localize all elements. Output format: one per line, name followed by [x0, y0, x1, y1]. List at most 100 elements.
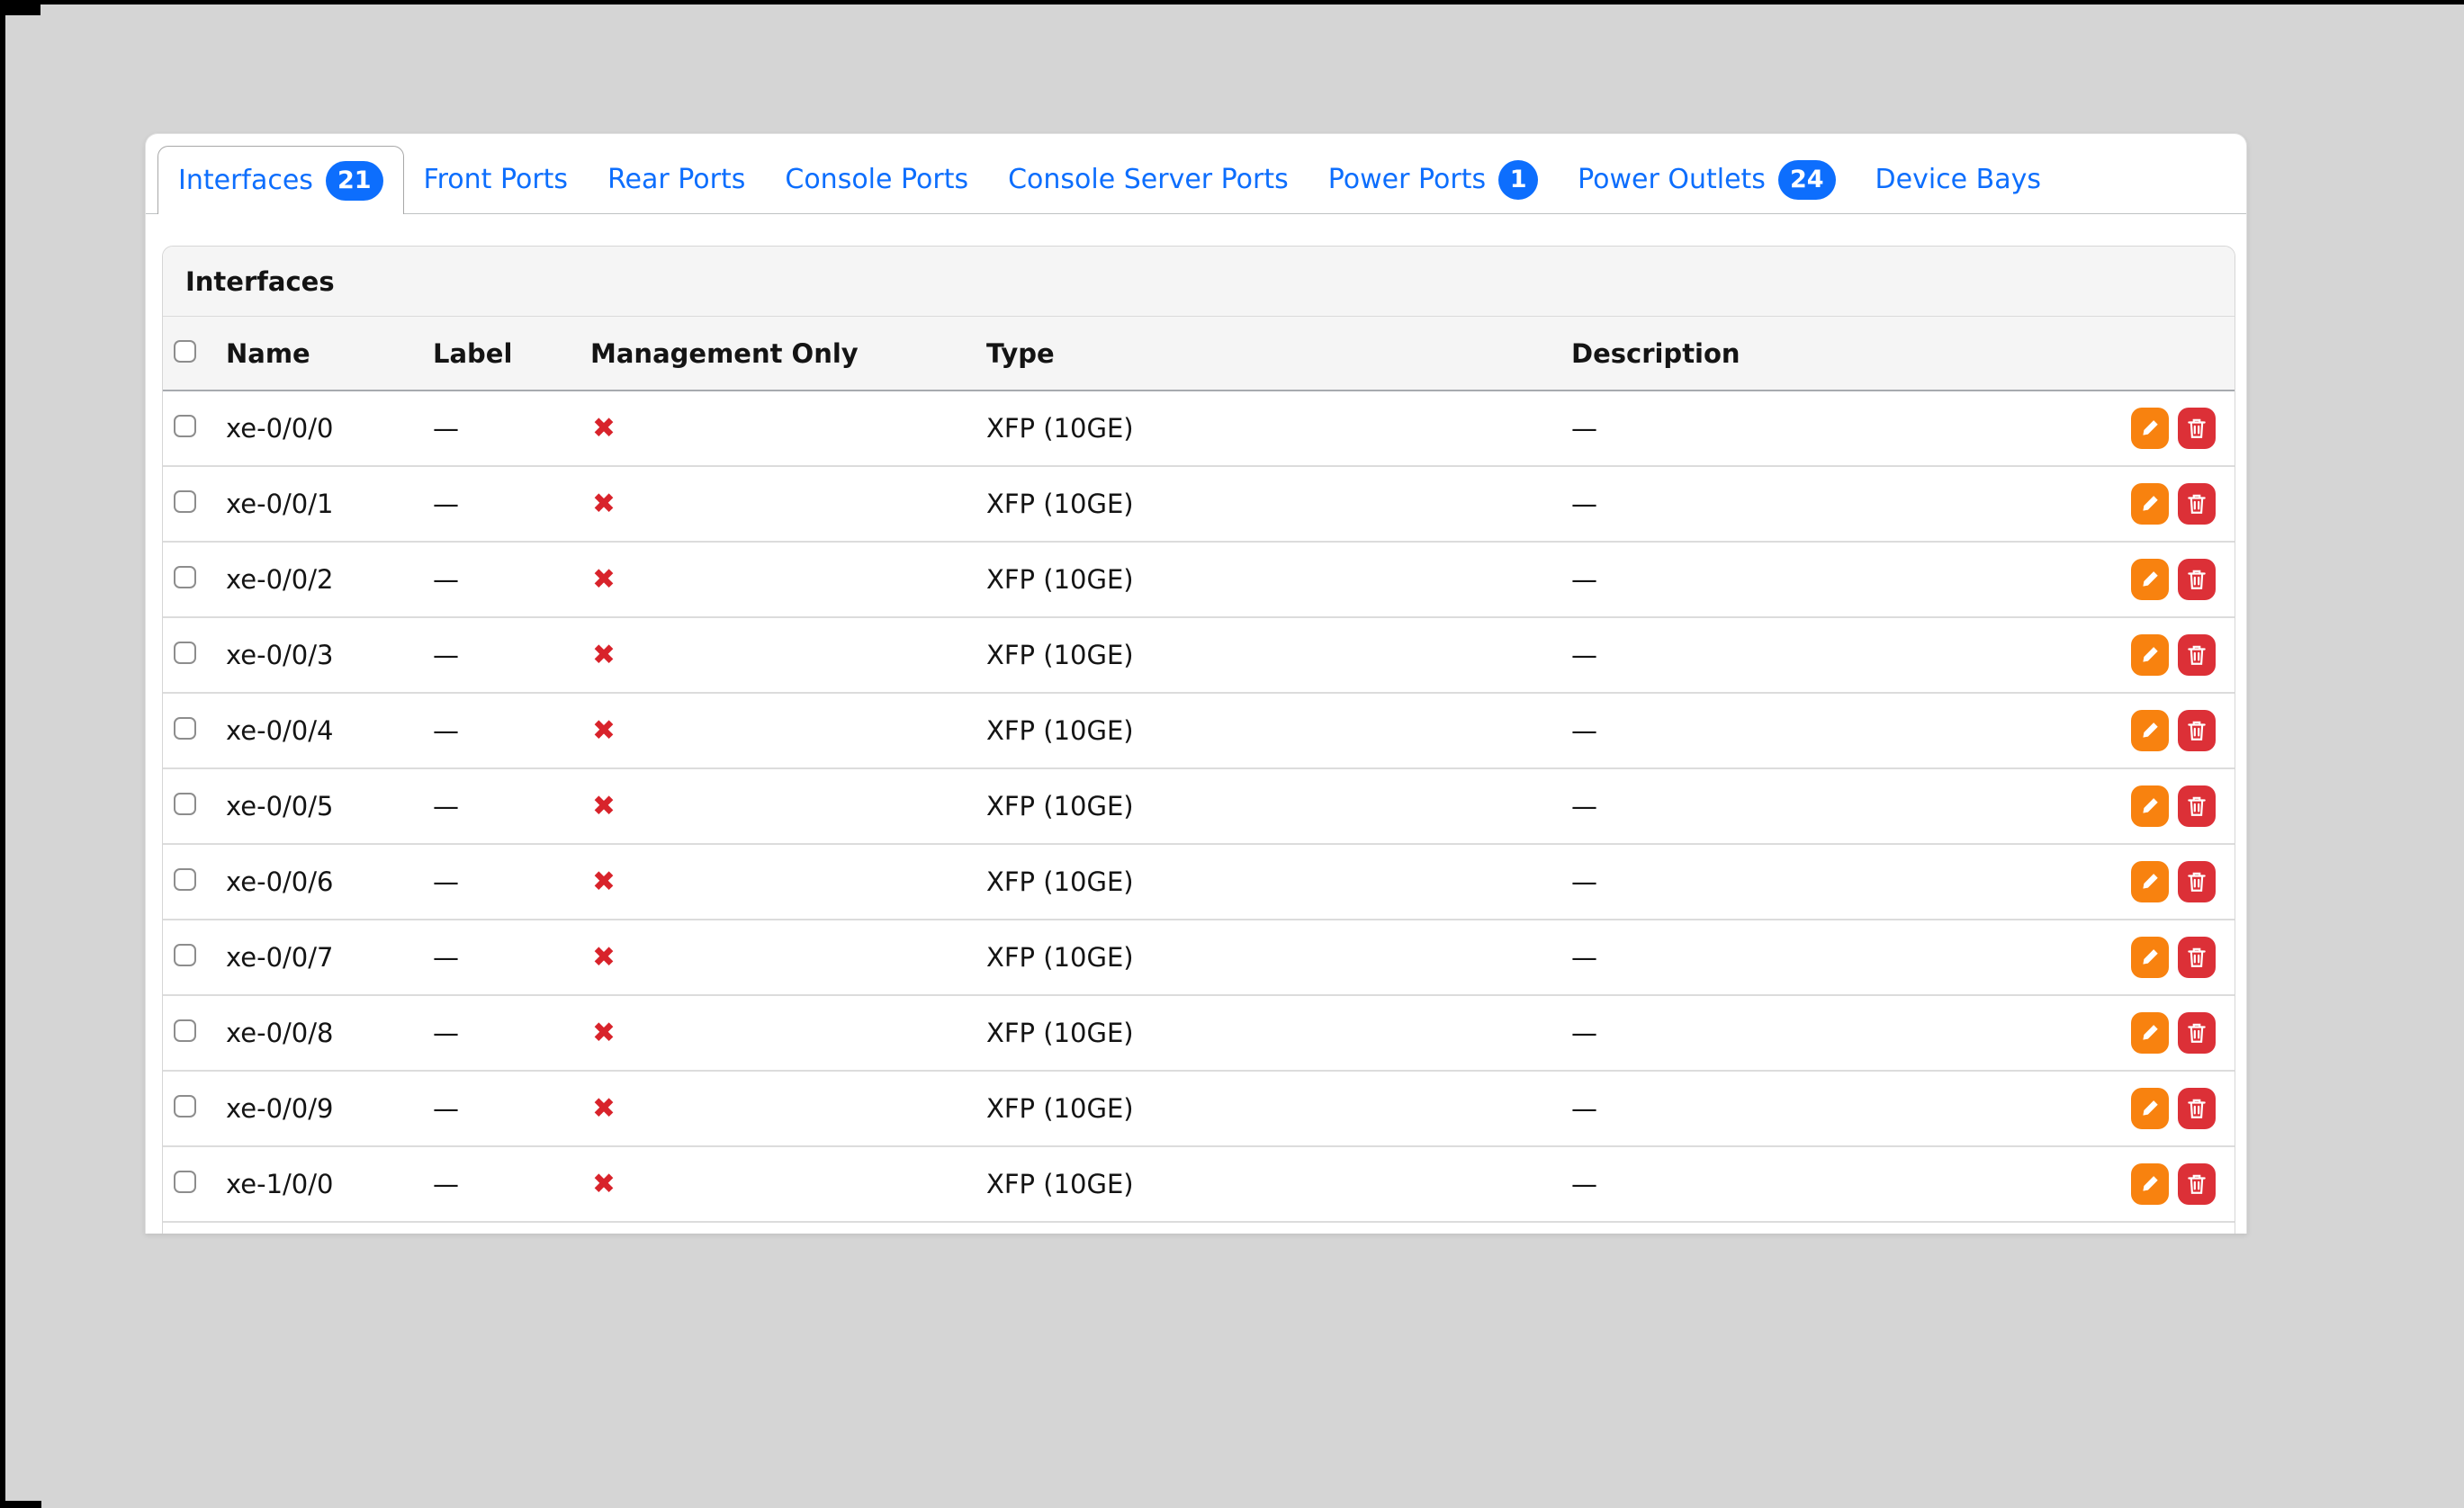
- trash-icon: [2185, 719, 2208, 742]
- tab-rear-ports[interactable]: Rear Ports: [588, 146, 765, 213]
- interface-type: XFP (10GE): [986, 413, 1134, 444]
- edit-button[interactable]: [2131, 785, 2169, 827]
- row-select-checkbox[interactable]: [174, 1019, 196, 1042]
- edit-button[interactable]: [2131, 559, 2169, 600]
- interface-description: —: [1571, 791, 1597, 821]
- x-icon: ✖: [592, 1168, 616, 1200]
- table-header-row: Name Label Management Only Type Descript…: [163, 317, 2235, 391]
- tab-power-ports-label: Power Ports: [1327, 164, 1487, 195]
- edit-button[interactable]: [2131, 1088, 2169, 1129]
- tab-console-ports[interactable]: Console Ports: [765, 146, 988, 213]
- row-select-checkbox[interactable]: [174, 944, 196, 966]
- row-select-checkbox[interactable]: [174, 793, 196, 815]
- window-frame-corner-notch: [0, 0, 40, 15]
- interface-description: —: [1571, 1018, 1597, 1048]
- column-header-type: Type: [986, 337, 1055, 369]
- pencil-icon: [2138, 1021, 2162, 1045]
- edit-button[interactable]: [2131, 937, 2169, 978]
- interface-label: —: [433, 564, 459, 595]
- tab-power-ports-count-badge: 1: [1498, 159, 1539, 200]
- row-select-checkbox[interactable]: [174, 868, 196, 891]
- interface-name: xe-0/0/9: [226, 1093, 334, 1124]
- edit-button[interactable]: [2131, 1163, 2169, 1205]
- row-select-checkbox[interactable]: [174, 490, 196, 513]
- column-header-label: Label: [433, 337, 513, 369]
- delete-button[interactable]: [2178, 1012, 2216, 1054]
- table-row: xe-0/0/7 — ✖ XFP (10GE) —: [163, 920, 2235, 996]
- table-row: xe-0/0/0 — ✖ XFP (10GE) —: [163, 391, 2235, 467]
- interface-label: —: [433, 413, 459, 444]
- edit-button[interactable]: [2131, 1012, 2169, 1054]
- tab-power-outlets[interactable]: Power Outlets 24: [1558, 146, 1855, 213]
- edit-button[interactable]: [2131, 634, 2169, 676]
- tab-power-outlets-label: Power Outlets: [1578, 164, 1766, 195]
- table-row: xe-0/0/4 — ✖ XFP (10GE) —: [163, 694, 2235, 769]
- row-select-checkbox[interactable]: [174, 566, 196, 588]
- interface-type: XFP (10GE): [986, 489, 1134, 519]
- interface-description: —: [1571, 942, 1597, 973]
- tab-front-ports[interactable]: Front Ports: [404, 146, 589, 213]
- delete-button[interactable]: [2178, 861, 2216, 902]
- row-select-checkbox[interactable]: [174, 1171, 196, 1193]
- pencil-icon: [2138, 1097, 2162, 1120]
- edit-button[interactable]: [2131, 408, 2169, 449]
- table-row: xe-0/0/6 — ✖ XFP (10GE) —: [163, 845, 2235, 920]
- pencil-icon: [2138, 1172, 2162, 1196]
- column-header-management-only: Management Only: [590, 337, 859, 369]
- row-select-checkbox[interactable]: [174, 642, 196, 664]
- edit-button[interactable]: [2131, 861, 2169, 902]
- delete-button[interactable]: [2178, 483, 2216, 525]
- edit-button[interactable]: [2131, 483, 2169, 525]
- window-frame-top: [0, 0, 2464, 4]
- interface-label: —: [433, 1093, 459, 1124]
- delete-button[interactable]: [2178, 1088, 2216, 1129]
- delete-button[interactable]: [2178, 710, 2216, 751]
- tab-interfaces-label: Interfaces: [178, 165, 313, 196]
- interface-type: XFP (10GE): [986, 640, 1134, 670]
- row-select-checkbox[interactable]: [174, 717, 196, 740]
- tab-console-server-ports-label: Console Server Ports: [1008, 164, 1289, 195]
- delete-button[interactable]: [2178, 1163, 2216, 1205]
- screenshot-stage: Interfaces 21 Front Ports Rear Ports Con…: [0, 0, 2464, 1508]
- column-header-name: Name: [226, 337, 310, 369]
- tab-console-server-ports[interactable]: Console Server Ports: [988, 146, 1308, 213]
- delete-button[interactable]: [2178, 634, 2216, 676]
- row-select-checkbox[interactable]: [174, 1095, 196, 1118]
- interface-label: —: [433, 715, 459, 746]
- interface-name: xe-0/0/5: [226, 791, 334, 821]
- window-frame-bottom-left: [0, 1501, 41, 1508]
- pencil-icon: [2138, 870, 2162, 893]
- interface-label: —: [433, 1169, 459, 1199]
- select-all-checkbox[interactable]: [174, 339, 196, 363]
- interface-name: xe-0/0/3: [226, 640, 334, 670]
- interface-description: —: [1571, 564, 1597, 595]
- pencil-icon: [2138, 643, 2162, 667]
- interface-name: xe-0/0/1: [226, 489, 334, 519]
- x-icon: ✖: [592, 1017, 616, 1049]
- interface-description: —: [1571, 413, 1597, 444]
- delete-button[interactable]: [2178, 559, 2216, 600]
- interface-type: XFP (10GE): [986, 1093, 1134, 1124]
- edit-button[interactable]: [2131, 710, 2169, 751]
- pencil-icon: [2138, 417, 2162, 440]
- delete-button[interactable]: [2178, 937, 2216, 978]
- x-icon: ✖: [592, 1092, 616, 1125]
- trash-icon: [2185, 870, 2208, 893]
- tab-rear-ports-label: Rear Ports: [607, 164, 746, 195]
- trash-icon: [2185, 417, 2208, 440]
- interface-label: —: [433, 866, 459, 897]
- x-icon: ✖: [592, 639, 616, 671]
- device-components-card: Interfaces 21 Front Ports Rear Ports Con…: [145, 133, 2247, 1234]
- interface-description: —: [1571, 866, 1597, 897]
- row-select-checkbox[interactable]: [174, 415, 196, 437]
- tab-power-ports[interactable]: Power Ports 1: [1308, 146, 1558, 213]
- table-body: xe-0/0/0 — ✖ XFP (10GE) — xe-0/0/1 — ✖ X…: [163, 391, 2235, 1223]
- table-row: xe-0/0/5 — ✖ XFP (10GE) —: [163, 769, 2235, 845]
- interface-name: xe-0/0/0: [226, 413, 334, 444]
- tab-interfaces[interactable]: Interfaces 21: [157, 146, 404, 214]
- tab-device-bays[interactable]: Device Bays: [1856, 146, 2061, 213]
- delete-button[interactable]: [2178, 785, 2216, 827]
- table-row: xe-0/0/3 — ✖ XFP (10GE) —: [163, 618, 2235, 694]
- interface-label: —: [433, 942, 459, 973]
- delete-button[interactable]: [2178, 408, 2216, 449]
